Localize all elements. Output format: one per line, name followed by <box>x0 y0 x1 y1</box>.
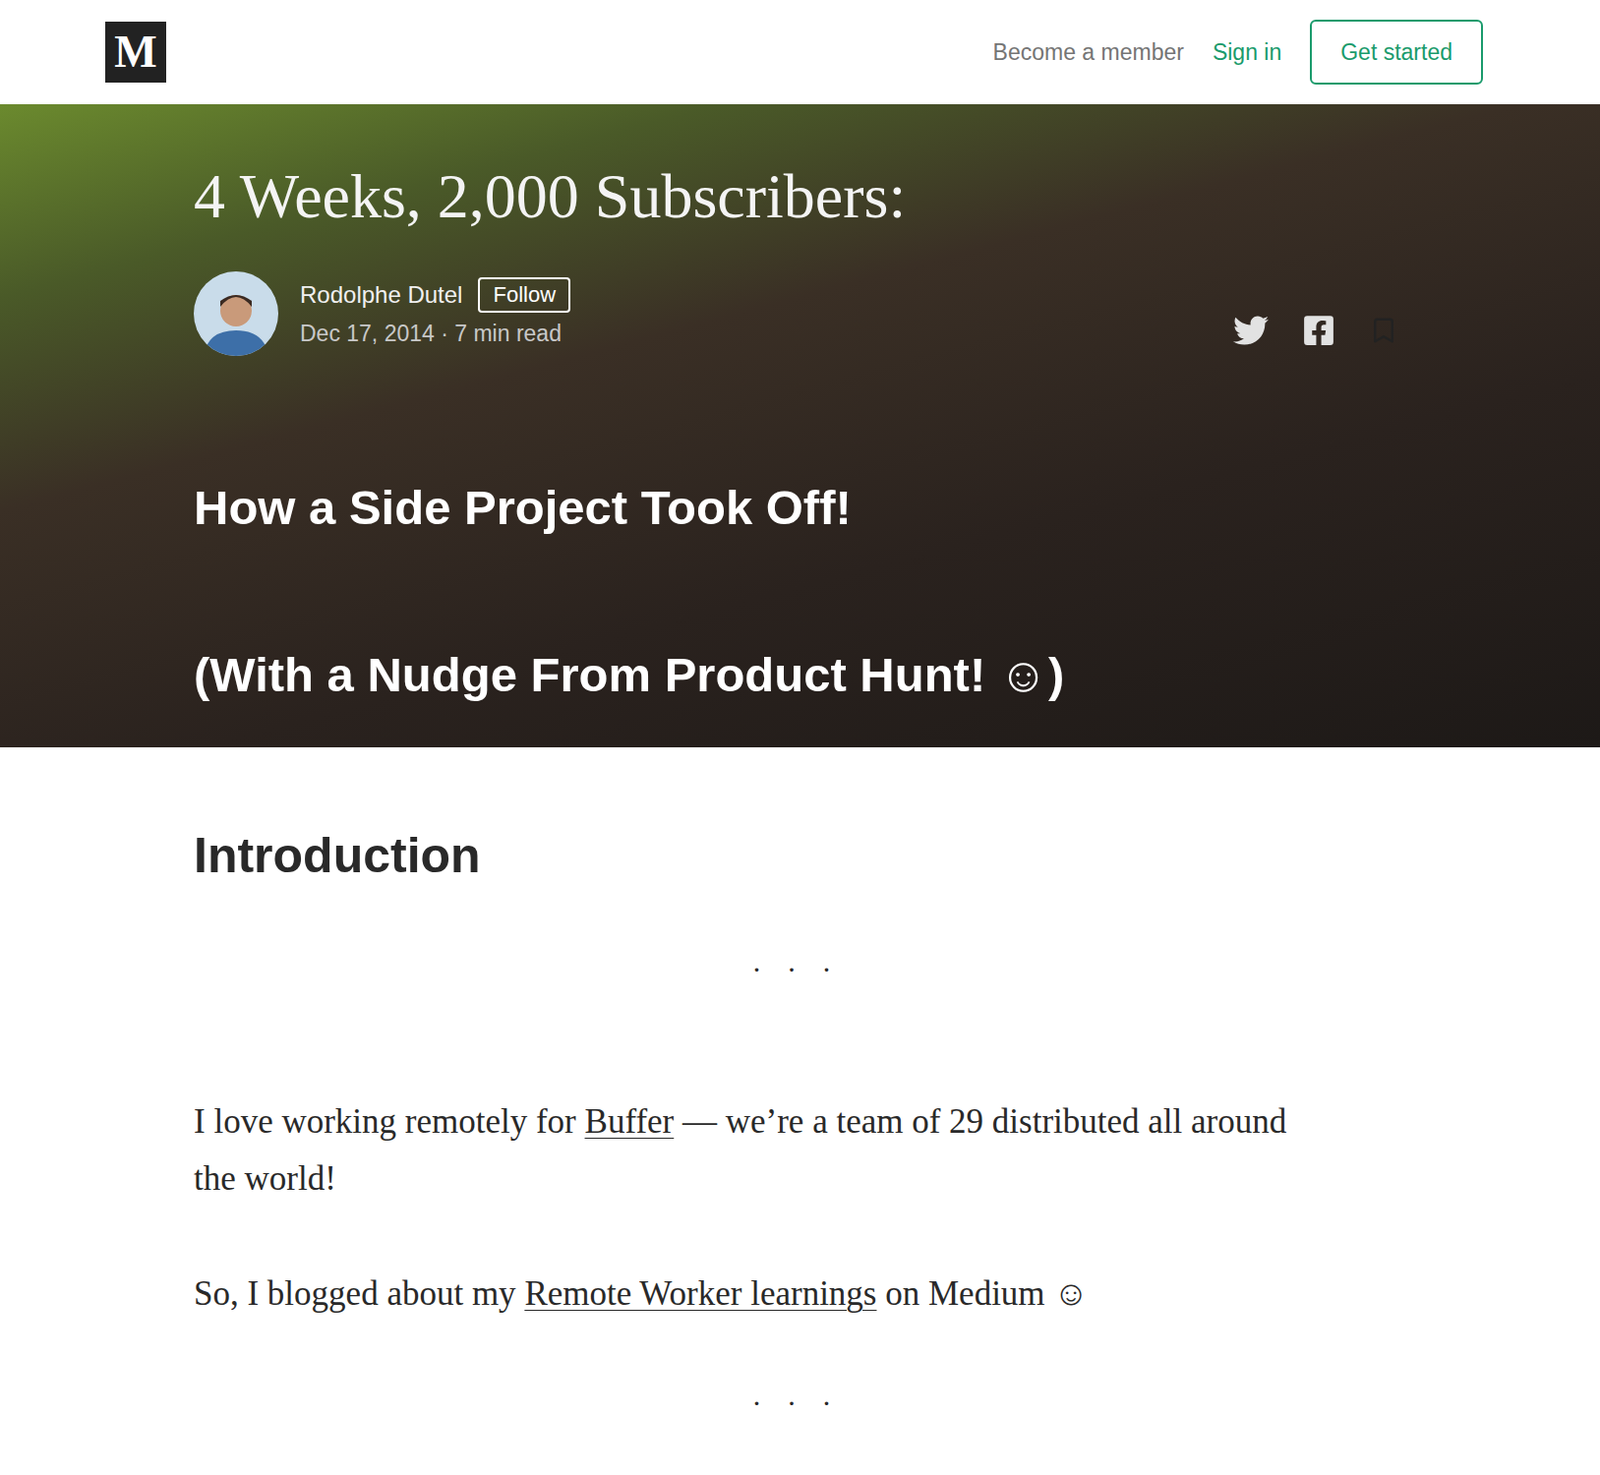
share-actions <box>1233 312 1399 349</box>
article-link[interactable]: Remote Worker learnings <box>524 1274 877 1313</box>
sign-in-link[interactable]: Sign in <box>1212 35 1282 70</box>
avatar-person-icon <box>201 285 271 356</box>
bookmark-icon[interactable] <box>1368 313 1399 348</box>
medium-logo[interactable]: M <box>105 21 167 83</box>
author-name[interactable]: Rodolphe Dutel <box>299 277 463 313</box>
article-paragraph: So, I blogged about my Remote Worker lea… <box>193 1265 1335 1323</box>
article-link[interactable]: Buffer <box>585 1102 675 1141</box>
section-heading: Introduction <box>193 826 1399 886</box>
page: M Become a member Sign in Get started 4 Week… <box>0 0 1600 1475</box>
post-meta: Dec 17, 2014 · 7 min read <box>299 316 571 352</box>
twitter-icon[interactable] <box>1233 312 1269 349</box>
article-subtitle: How a Side Project Took Off! <box>193 477 1399 537</box>
get-started-button[interactable]: Get started <box>1309 19 1483 85</box>
section-separator: · · · <box>193 954 1399 985</box>
membership-link[interactable]: Become a member <box>993 35 1185 70</box>
top-nav: Become a member Sign in Get started <box>993 19 1483 85</box>
author-row: Rodolphe Dutel FollowDec 17, 2014 · 7 min… <box>193 271 1399 356</box>
follow-button[interactable]: Follow <box>477 277 571 313</box>
author-avatar[interactable] <box>193 271 279 356</box>
hero-banner: 4 Weeks, 2,000 Subscribers: Rodolphe Dute… <box>0 104 1600 748</box>
article-subtitle: (With a Nudge From Product Hunt! ☺) <box>193 645 1399 705</box>
section-separator: · · · <box>193 1388 1399 1419</box>
top-bar: M Become a member Sign in Get started <box>0 0 1600 105</box>
article-body: Introduction · · · I love working remotely… <box>0 747 1600 1419</box>
article-paragraph: I love working remotely for Buffer — we’… <box>193 1093 1335 1208</box>
article-title: 4 Weeks, 2,000 Subscribers: <box>193 159 1399 235</box>
facebook-icon[interactable] <box>1302 313 1336 348</box>
